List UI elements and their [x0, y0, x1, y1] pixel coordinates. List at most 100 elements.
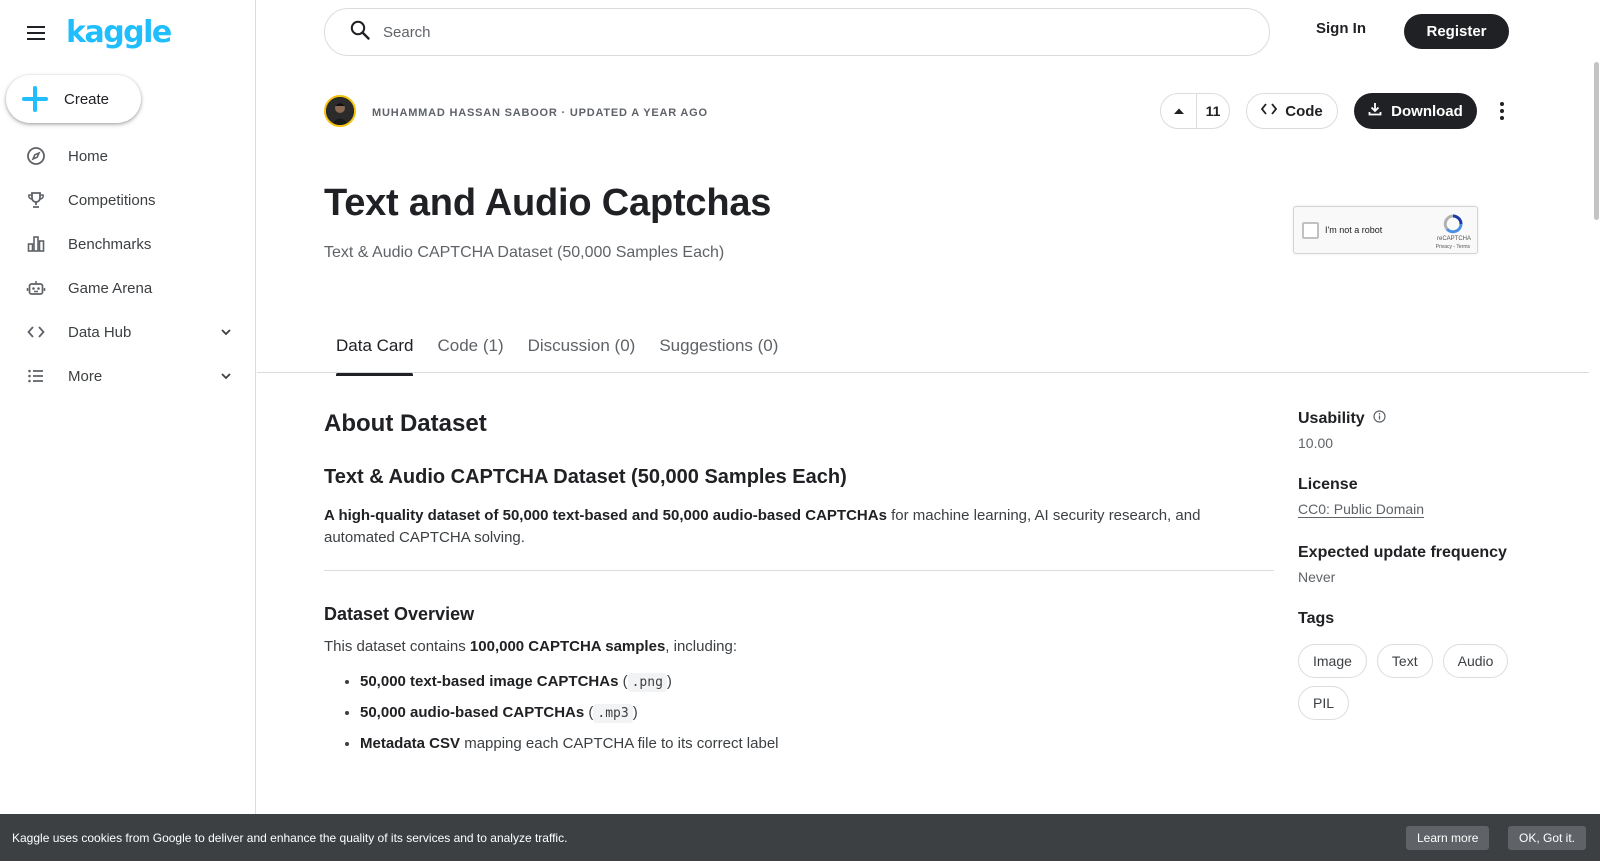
trophy-icon — [26, 190, 46, 210]
tag-chip[interactable]: Text — [1376, 644, 1433, 678]
frequency-value: Never — [1298, 569, 1336, 585]
tab-code[interactable]: Code (1) — [437, 336, 503, 372]
intro-bold: A high-quality dataset of 50,000 text-ba… — [324, 507, 887, 524]
recaptcha-brand: reCAPTCHA — [1436, 236, 1471, 242]
compass-icon — [26, 146, 46, 166]
tags-label: Tags — [1298, 610, 1335, 627]
tab-suggestions[interactable]: Suggestions (0) — [659, 336, 778, 372]
upvote-button[interactable] — [1161, 94, 1197, 128]
sidebar-item-benchmarks[interactable]: Benchmarks — [0, 222, 256, 266]
tab-discussion[interactable]: Discussion (0) — [528, 336, 636, 372]
cookie-banner: Kaggle uses cookies from Google to deliv… — [0, 814, 1600, 861]
recaptcha-links[interactable]: Privacy - Terms — [1436, 244, 1470, 250]
recaptcha-widget: I'm not a robot reCAPTCHA Privacy - Term… — [1293, 206, 1478, 254]
data-card-content: About Dataset Text & Audio CAPTCHA Datas… — [324, 410, 1274, 759]
list-item-bold: 50,000 text-based image CAPTCHAs — [360, 673, 619, 690]
sidebar-item-competitions[interactable]: Competitions — [0, 178, 256, 222]
tag-chip[interactable]: PIL — [1298, 686, 1350, 720]
sidebar-item-label: Game Arena — [68, 279, 153, 297]
list-item: 50,000 audio-based CAPTCHAs (.mp3) — [360, 698, 1274, 729]
code-icon — [26, 322, 46, 342]
tag-chip[interactable]: Image — [1298, 644, 1367, 678]
register-button[interactable]: Register — [1404, 14, 1509, 49]
list-item-text: mapping each CAPTCHA file to its correct… — [460, 735, 779, 752]
overview-title: Dataset Overview — [324, 604, 475, 624]
code-button[interactable]: Code — [1246, 93, 1338, 129]
intro-paragraph: A high-quality dataset of 50,000 text-ba… — [324, 505, 1254, 549]
sidebar-item-label: Competitions — [68, 191, 156, 209]
sidebar-nav: Home Competitions Benchmarks Game Arena … — [0, 134, 256, 398]
list-item-bold: Metadata CSV — [360, 735, 461, 752]
list-item-text: ) — [666, 673, 672, 690]
learn-more-button[interactable]: Learn more — [1406, 826, 1490, 850]
sidebar-item-label: More — [68, 367, 103, 385]
download-button[interactable]: Download — [1354, 93, 1477, 129]
content-heading: Text & Audio CAPTCHA Dataset (50,000 Sam… — [324, 466, 847, 488]
usability-value: 10.00 — [1298, 435, 1334, 451]
file-extension: .png — [627, 673, 667, 692]
sidebar: kaggle Create Home Competitions Benchmar… — [0, 0, 256, 861]
sidebar-header: kaggle — [24, 16, 172, 50]
tag-chip[interactable]: Audio — [1442, 644, 1509, 678]
list-item: 50,000 text-based image CAPTCHAs (.png) — [360, 667, 1274, 698]
chevron-down-icon[interactable] — [216, 322, 236, 342]
page-title: Text and Audio Captchas — [324, 182, 772, 224]
caret-up-icon — [1173, 102, 1185, 120]
download-icon — [1368, 102, 1382, 120]
usability-section: Usability 10.00 — [1298, 410, 1578, 451]
recaptcha-label: I'm not a robot — [1325, 225, 1383, 235]
cookie-text: Kaggle uses cookies from Google to deliv… — [12, 830, 568, 845]
code-icon — [1261, 102, 1278, 120]
author-avatar[interactable] — [324, 95, 356, 127]
sign-in-button[interactable]: Sign In — [1316, 20, 1366, 37]
recaptcha-checkbox[interactable] — [1302, 222, 1319, 239]
create-button[interactable]: Create — [6, 75, 141, 123]
frequency-label: Expected update frequency — [1298, 544, 1507, 561]
sidebar-item-label: Data Hub — [68, 323, 132, 341]
bar-chart-icon — [26, 234, 46, 254]
search-input[interactable] — [383, 23, 1183, 41]
search-icon — [349, 19, 371, 46]
sidebar-item-home[interactable]: Home — [0, 134, 256, 178]
dataset-tabs: Data Card Code (1) Discussion (0) Sugges… — [336, 336, 778, 376]
list-item-text: ) — [632, 704, 638, 721]
accept-cookies-button[interactable]: OK, Got it. — [1508, 826, 1587, 850]
overview-list: 50,000 text-based image CAPTCHAs (.png) … — [324, 667, 1274, 759]
license-section: License CC0: Public Domain — [1298, 476, 1578, 519]
frequency-section: Expected update frequency Never — [1298, 544, 1578, 585]
plus-icon — [22, 86, 48, 112]
vote-count: 11 — [1205, 103, 1221, 119]
upvote-group: 11 — [1160, 93, 1230, 129]
usability-label: Usability — [1298, 410, 1578, 428]
overview-bold: 100,000 CAPTCHA samples — [469, 638, 666, 655]
download-button-label: Download — [1391, 102, 1463, 120]
file-extension: .mp3 — [593, 704, 633, 723]
dataset-meta: MUHAMMAD HASSAN SABOOR · UPDATED A YEAR … — [372, 107, 708, 119]
sidebar-item-game-arena[interactable]: Game Arena — [0, 266, 256, 310]
usability-label-text: Usability — [1298, 410, 1365, 427]
tab-data-card[interactable]: Data Card — [336, 336, 414, 376]
list-item-text: ( — [618, 673, 628, 690]
about-heading: About Dataset — [324, 410, 487, 437]
sidebar-item-data-hub[interactable]: Data Hub — [0, 310, 256, 354]
tabs-divider — [257, 372, 1589, 373]
menu-icon[interactable] — [24, 21, 48, 45]
overview-text: , including: — [665, 638, 738, 655]
sidebar-item-label: Benchmarks — [68, 235, 152, 253]
license-link[interactable]: CC0: Public Domain — [1298, 501, 1425, 518]
search-bar[interactable] — [324, 8, 1270, 56]
overview-heading: Dataset Overview — [324, 604, 1274, 625]
more-options-icon[interactable] — [1490, 99, 1514, 123]
code-button-label: Code — [1285, 102, 1323, 120]
scrollbar-thumb[interactable] — [1594, 62, 1599, 220]
chevron-down-icon[interactable] — [216, 366, 236, 386]
info-icon[interactable] — [1373, 410, 1386, 428]
robot-icon — [26, 278, 46, 298]
sidebar-item-more[interactable]: More — [0, 354, 256, 398]
tags-section: Tags Image Text Audio PIL — [1298, 610, 1578, 720]
kaggle-logo[interactable]: kaggle — [66, 16, 172, 50]
content-divider — [324, 570, 1274, 571]
list-item: Metadata CSV mapping each CAPTCHA file t… — [360, 729, 1274, 759]
create-label: Create — [64, 90, 110, 108]
license-label: License — [1298, 476, 1358, 493]
